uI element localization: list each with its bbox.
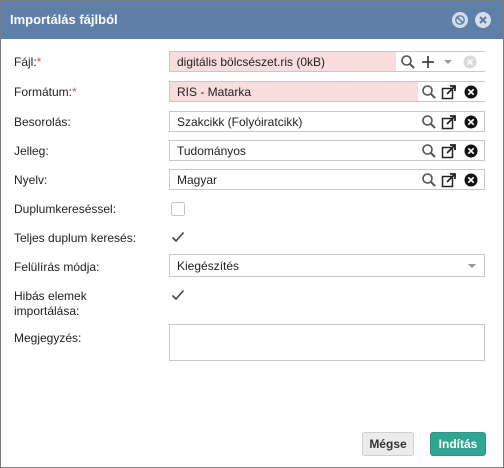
chevron-down-icon[interactable] bbox=[440, 54, 456, 70]
close-icon[interactable] bbox=[475, 12, 491, 28]
remove-icon[interactable] bbox=[463, 84, 479, 100]
import-dialog: Importálás fájlból Fájl:* digitális bölc… bbox=[0, 0, 504, 468]
format-value: RIS - Matarka bbox=[177, 85, 252, 99]
chevron-down-icon[interactable] bbox=[464, 258, 480, 274]
duplicate-search-label: Duplumkereséssel: bbox=[14, 202, 117, 216]
dialog-titlebar[interactable]: Importálás fájlból bbox=[1, 1, 503, 39]
open-external-icon[interactable] bbox=[441, 114, 457, 130]
open-external-icon[interactable] bbox=[441, 84, 457, 100]
classification-label: Besorolás: bbox=[14, 115, 71, 129]
search-icon[interactable] bbox=[421, 143, 437, 159]
search-icon[interactable] bbox=[421, 84, 437, 100]
remove-icon[interactable] bbox=[463, 114, 479, 130]
type-label: Jelleg: bbox=[14, 144, 49, 158]
search-icon[interactable] bbox=[421, 114, 437, 130]
format-field-buttons bbox=[418, 82, 485, 101]
file-label: Fájl:* bbox=[14, 55, 42, 69]
file-field[interactable]: digitális bölcsészet.ris (0kB) bbox=[169, 51, 485, 72]
file-field-buttons bbox=[396, 52, 485, 71]
format-field[interactable]: RIS - Matarka bbox=[169, 81, 485, 102]
clear-icon[interactable] bbox=[462, 54, 478, 70]
note-label: Megjegyzés: bbox=[14, 331, 82, 345]
classification-value: Szakcikk (Folyóiratcikk) bbox=[177, 115, 303, 129]
import-faulty-checkbox[interactable] bbox=[171, 288, 185, 302]
file-value: digitális bölcsészet.ris (0kB) bbox=[177, 55, 326, 69]
language-label: Nyelv: bbox=[14, 173, 48, 187]
minimize-icon[interactable] bbox=[452, 12, 468, 28]
search-icon[interactable] bbox=[400, 54, 416, 70]
full-duplicate-search-label: Teljes duplum keresés: bbox=[14, 231, 137, 245]
start-button[interactable]: Indítás bbox=[430, 432, 486, 456]
full-duplicate-search-checkbox[interactable] bbox=[171, 230, 185, 244]
note-textarea[interactable] bbox=[169, 324, 485, 361]
classification-field[interactable]: Szakcikk (Folyóiratcikk) bbox=[169, 111, 485, 132]
check-icon bbox=[171, 289, 185, 301]
open-external-icon[interactable] bbox=[441, 172, 457, 188]
search-icon[interactable] bbox=[421, 172, 437, 188]
remove-icon[interactable] bbox=[463, 143, 479, 159]
overwrite-mode-value: Kiegészítés bbox=[177, 259, 240, 273]
duplicate-search-checkbox[interactable] bbox=[171, 202, 185, 216]
overwrite-mode-label: Felülírás módja: bbox=[14, 260, 100, 274]
format-label: Formátum:* bbox=[14, 85, 77, 99]
open-external-icon[interactable] bbox=[441, 143, 457, 159]
type-field[interactable]: Tudományos bbox=[169, 140, 485, 161]
overwrite-mode-select[interactable]: Kiegészítés bbox=[169, 254, 485, 277]
plus-icon[interactable] bbox=[420, 54, 436, 70]
language-field[interactable]: Magyar bbox=[169, 169, 485, 190]
cancel-button[interactable]: Mégse bbox=[362, 432, 414, 456]
import-faulty-label: Hibás elemek importálása: bbox=[14, 289, 87, 318]
remove-icon[interactable] bbox=[463, 172, 479, 188]
check-icon bbox=[171, 231, 185, 243]
type-value: Tudományos bbox=[177, 144, 246, 158]
dialog-title: Importálás fájlból bbox=[10, 12, 118, 27]
language-value: Magyar bbox=[177, 173, 218, 187]
